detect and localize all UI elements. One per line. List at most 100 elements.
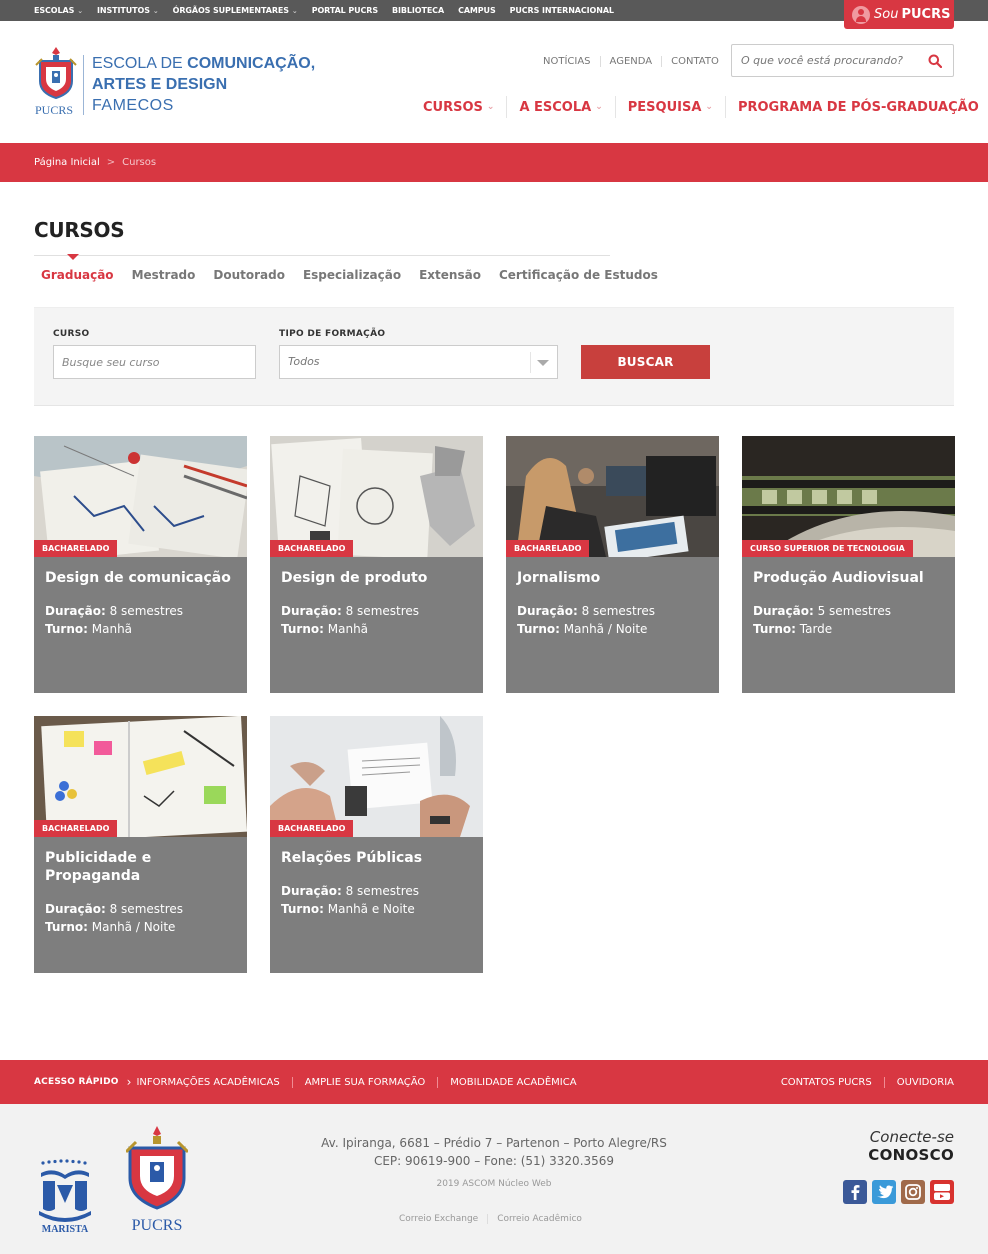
- school-name-line3: FAMECOS: [92, 97, 174, 114]
- mail-exchange-link[interactable]: Correio Exchange: [399, 1214, 487, 1224]
- quick-link-amplie[interactable]: AMPLIE SUA FORMAÇÃO: [291, 1076, 438, 1088]
- top-link-biblioteca[interactable]: BIBLIOTECA: [392, 6, 444, 15]
- sou-label: Sou: [874, 7, 899, 22]
- main-nav: CURSOS ⌄ A ESCOLA ⌄ PESQUISA ⌄ PROGRAMA DE …: [423, 96, 979, 118]
- tipo-selected-value: Todos: [288, 355, 320, 368]
- quick-access-bar: ACESSO RÁPIDO › INFORMAÇÕES ACADÊMICAS A…: [0, 1060, 988, 1104]
- facebook-icon[interactable]: [843, 1180, 867, 1204]
- breadcrumb-home[interactable]: Página Inicial: [34, 157, 100, 168]
- course-image: [270, 716, 483, 837]
- select-divider: [530, 352, 531, 373]
- curso-label: CURSO: [53, 329, 90, 339]
- course-shift: Turno: Tarde: [753, 622, 833, 636]
- chevron-down-icon: ⌄: [705, 102, 713, 112]
- course-badge: BACHARELADO: [34, 540, 118, 557]
- course-shift: Turno: Manhã: [281, 622, 369, 636]
- course-filter: CURSO TIPO DE FORMAÇÃO Todos BUSCAR: [34, 307, 954, 406]
- course-title: Design de comunicação: [45, 570, 231, 586]
- course-card-jornalismo[interactable]: BACHARELADO Jornalismo Duração: 8 semest…: [506, 436, 719, 693]
- social-links: [843, 1180, 954, 1204]
- nav-pos-graduacao[interactable]: PROGRAMA DE PÓS-GRADUAÇÃO: [724, 96, 979, 118]
- tab-extensao[interactable]: Extensão: [419, 268, 481, 282]
- school-logo-text[interactable]: ESCOLA DE COMUNICAÇÃO, ARTES E DESIGN FA…: [92, 53, 315, 116]
- footer-link-contatos[interactable]: CONTATOS PUCRS: [781, 1077, 884, 1088]
- top-link-orgaos[interactable]: ÓRGÃOS SUPLEMENTARES ⌄: [173, 6, 298, 15]
- top-link-escolas[interactable]: ESCOLAS ⌄: [34, 6, 83, 15]
- footer-address: Av. Ipiranga, 6681 – Prédio 7 – Partenon…: [321, 1136, 667, 1150]
- search-icon[interactable]: [928, 54, 942, 68]
- course-title: Relações Públicas: [281, 850, 423, 866]
- chevron-right-icon: ›: [126, 1075, 132, 1089]
- top-link-campus[interactable]: CAMPUS: [458, 6, 496, 15]
- course-title: Produção Audiovisual: [753, 570, 924, 586]
- utility-agenda[interactable]: AGENDA: [599, 55, 662, 67]
- course-card-design-comunicacao[interactable]: BACHARELADO Design de comunicação Duraçã…: [34, 436, 247, 693]
- nav-pesquisa[interactable]: PESQUISA ⌄: [614, 96, 725, 118]
- course-card-relacoes-publicas[interactable]: BACHARELADO Relações Públicas Duração: 8…: [270, 716, 483, 973]
- course-shift: Turno: Manhã e Noite: [281, 902, 415, 916]
- curso-input[interactable]: [54, 346, 255, 378]
- tab-doutorado[interactable]: Doutorado: [213, 268, 285, 282]
- mail-links: Correio Exchange Correio Acadêmico: [399, 1214, 591, 1224]
- course-badge: BACHARELADO: [506, 540, 590, 557]
- course-image: [742, 436, 955, 557]
- tipo-select[interactable]: Todos: [279, 345, 558, 379]
- tab-certificacao[interactable]: Certificação de Estudos: [499, 268, 658, 282]
- breadcrumb-separator: >: [106, 157, 116, 168]
- top-link-internacional[interactable]: PUCRS INTERNACIONAL: [510, 6, 614, 15]
- marista-wordmark: MARISTA: [42, 1224, 89, 1234]
- top-links: ESCOLAS ⌄ INSTITUTOS ⌄ ÓRGÃOS SUPLEMENTARE…: [34, 0, 628, 21]
- course-card-design-produto[interactable]: BACHARELADO Design de produto Duração: 8…: [270, 436, 483, 693]
- nav-cursos[interactable]: CURSOS ⌄: [423, 96, 506, 118]
- connect-line2: CONOSCO: [868, 1146, 954, 1164]
- course-card-publicidade[interactable]: BACHARELADO Publicidade e Propaganda Dur…: [34, 716, 247, 973]
- quick-access-label: ACESSO RÁPIDO: [34, 1077, 119, 1087]
- tab-especializacao[interactable]: Especialização: [303, 268, 401, 282]
- title-divider: [34, 255, 610, 256]
- course-shift: Turno: Manhã / Noite: [45, 920, 176, 934]
- mail-academico-link[interactable]: Correio Acadêmico: [487, 1214, 591, 1224]
- pucrs-footer-wordmark: PUCRS: [132, 1217, 183, 1234]
- buscar-button[interactable]: BUSCAR: [581, 345, 710, 379]
- course-image: [34, 716, 247, 837]
- search-input[interactable]: [732, 45, 912, 76]
- quick-link-mobilidade[interactable]: MOBILIDADE ACADÊMICA: [437, 1076, 588, 1088]
- connect-heading: Conecte-se CONOSCO: [868, 1128, 954, 1164]
- top-link-institutos[interactable]: INSTITUTOS ⌄: [97, 6, 159, 15]
- school-name-b: COMUNICAÇÃO,: [187, 55, 316, 72]
- course-shift: Turno: Manhã / Noite: [517, 622, 648, 636]
- active-tab-caret: [67, 254, 79, 260]
- pucrs-crest-logo[interactable]: [34, 45, 78, 100]
- course-title: Jornalismo: [517, 570, 601, 586]
- course-duration: Duração: 8 semestres: [45, 902, 184, 916]
- utility-contato[interactable]: CONTATO: [661, 55, 728, 67]
- youtube-icon[interactable]: [930, 1180, 954, 1204]
- tab-graduacao[interactable]: Graduação: [41, 268, 114, 282]
- chevron-down-icon: ⌄: [486, 102, 495, 112]
- tab-mestrado[interactable]: Mestrado: [132, 268, 196, 282]
- top-link-portal[interactable]: PORTAL PUCRS: [312, 6, 378, 15]
- quick-link-informacoes[interactable]: INFORMAÇÕES ACADÊMICAS: [136, 1077, 291, 1088]
- course-image: [270, 436, 483, 557]
- twitter-icon[interactable]: [872, 1180, 896, 1204]
- marista-logo[interactable]: MARISTA: [35, 1159, 95, 1234]
- course-image: [34, 436, 247, 557]
- utility-noticias[interactable]: NOTÍCIAS: [543, 56, 600, 67]
- nav-a-escola[interactable]: A ESCOLA ⌄: [506, 96, 614, 118]
- breadcrumb-current: Cursos: [122, 157, 157, 168]
- course-title: Publicidade e Propaganda: [45, 850, 152, 884]
- sou-pucrs-button[interactable]: Sou PUCRS: [844, 0, 954, 29]
- caret-down-icon: [537, 360, 549, 366]
- footer-link-ouvidoria[interactable]: OUVIDORIA: [883, 1076, 954, 1088]
- school-name-line2: ARTES E DESIGN: [92, 76, 228, 93]
- tipo-label: TIPO DE FORMAÇÃO: [279, 329, 386, 339]
- utility-nav: NOTÍCIAS AGENDA CONTATO: [543, 52, 728, 70]
- school-name-a: ESCOLA DE: [92, 55, 188, 72]
- course-badge: CURSO SUPERIOR DE TECNOLOGIA: [742, 540, 913, 557]
- user-icon: [852, 5, 870, 24]
- course-duration: Duração: 8 semestres: [517, 604, 656, 618]
- course-image: [506, 436, 719, 557]
- instagram-icon[interactable]: [901, 1180, 925, 1204]
- footer-copyright: 2019 ASCOM Núcleo Web: [436, 1179, 552, 1189]
- course-card-producao-audiovisual[interactable]: CURSO SUPERIOR DE TECNOLOGIA Produção Au…: [742, 436, 955, 693]
